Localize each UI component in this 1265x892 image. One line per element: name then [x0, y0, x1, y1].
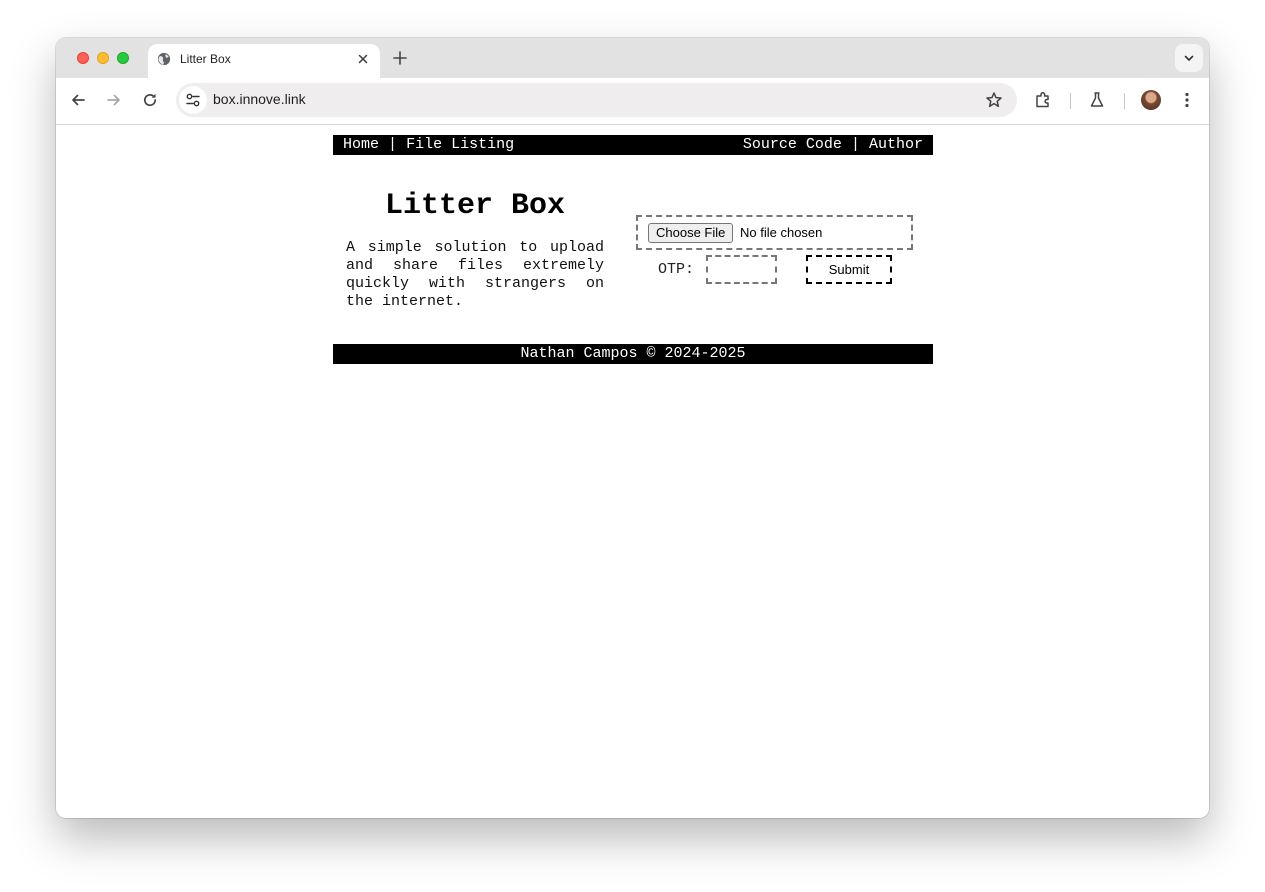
tab-search-button[interactable] — [1175, 44, 1203, 72]
address-bar[interactable]: box.innove.link — [176, 83, 1017, 117]
nav-separator: | — [850, 136, 860, 153]
file-status-text: No file chosen — [740, 225, 823, 240]
tab-title: Litter Box — [180, 52, 231, 66]
page-title: Litter Box — [384, 189, 566, 223]
site-info-button[interactable] — [179, 86, 207, 114]
file-upload-area[interactable]: Choose File No file chosen — [636, 215, 913, 250]
forward-arrow-icon[interactable] — [105, 91, 123, 109]
nav-file-listing-link[interactable]: File Listing — [406, 136, 514, 153]
page-container: Home | File Listing Source Code | Author… — [333, 135, 933, 364]
page-viewport: Home | File Listing Source Code | Author… — [56, 125, 1209, 818]
profile-avatar[interactable] — [1141, 90, 1161, 110]
choose-file-button[interactable]: Choose File — [648, 223, 734, 243]
top-nav-bar: Home | File Listing Source Code | Author — [333, 135, 933, 155]
labs-flask-icon[interactable] — [1087, 90, 1107, 110]
minimize-window-button[interactable] — [97, 52, 109, 64]
submit-button[interactable]: Submit — [806, 255, 892, 284]
close-window-button[interactable] — [77, 52, 89, 64]
url-text[interactable]: box.innove.link — [213, 91, 306, 107]
browser-toolbar: box.innove.link — [56, 78, 1209, 125]
footer-bar: Nathan Campos © 2024-2025 — [333, 344, 933, 364]
chevron-down-icon — [1184, 55, 1194, 61]
footer-text: Nathan Campos © 2024-2025 — [520, 345, 746, 362]
toolbar-divider — [1070, 93, 1071, 109]
nav-separator: | — [388, 136, 398, 153]
main-content: Litter Box A simple solution to upload a… — [333, 155, 933, 344]
toolbar-divider — [1124, 93, 1125, 109]
nav-source-code-link[interactable]: Source Code — [743, 136, 842, 153]
globe-icon — [157, 52, 171, 66]
otp-label: OTP: — [658, 261, 695, 278]
tab-strip: Litter Box — [56, 38, 1209, 78]
reload-icon[interactable] — [141, 91, 159, 109]
active-tab[interactable]: Litter Box — [148, 44, 380, 78]
zoom-window-button[interactable] — [117, 52, 129, 64]
tagline-text: A simple solution to upload and share fi… — [346, 239, 604, 310]
new-tab-icon[interactable] — [392, 50, 408, 66]
nav-home-link[interactable]: Home — [343, 136, 379, 153]
nav-right: Source Code | Author — [743, 135, 923, 155]
nav-author-link[interactable]: Author — [869, 136, 923, 153]
tune-icon — [186, 93, 200, 107]
bookmark-star-icon[interactable] — [985, 91, 1003, 109]
close-tab-icon[interactable] — [356, 52, 370, 66]
otp-input[interactable] — [706, 255, 777, 284]
back-arrow-icon[interactable] — [69, 91, 87, 109]
extensions-icon[interactable] — [1033, 90, 1053, 110]
more-menu-icon[interactable] — [1180, 91, 1194, 109]
nav-left: Home | File Listing — [343, 135, 514, 155]
browser-window: Litter Box box.innove.link Home | File L… — [56, 38, 1209, 818]
